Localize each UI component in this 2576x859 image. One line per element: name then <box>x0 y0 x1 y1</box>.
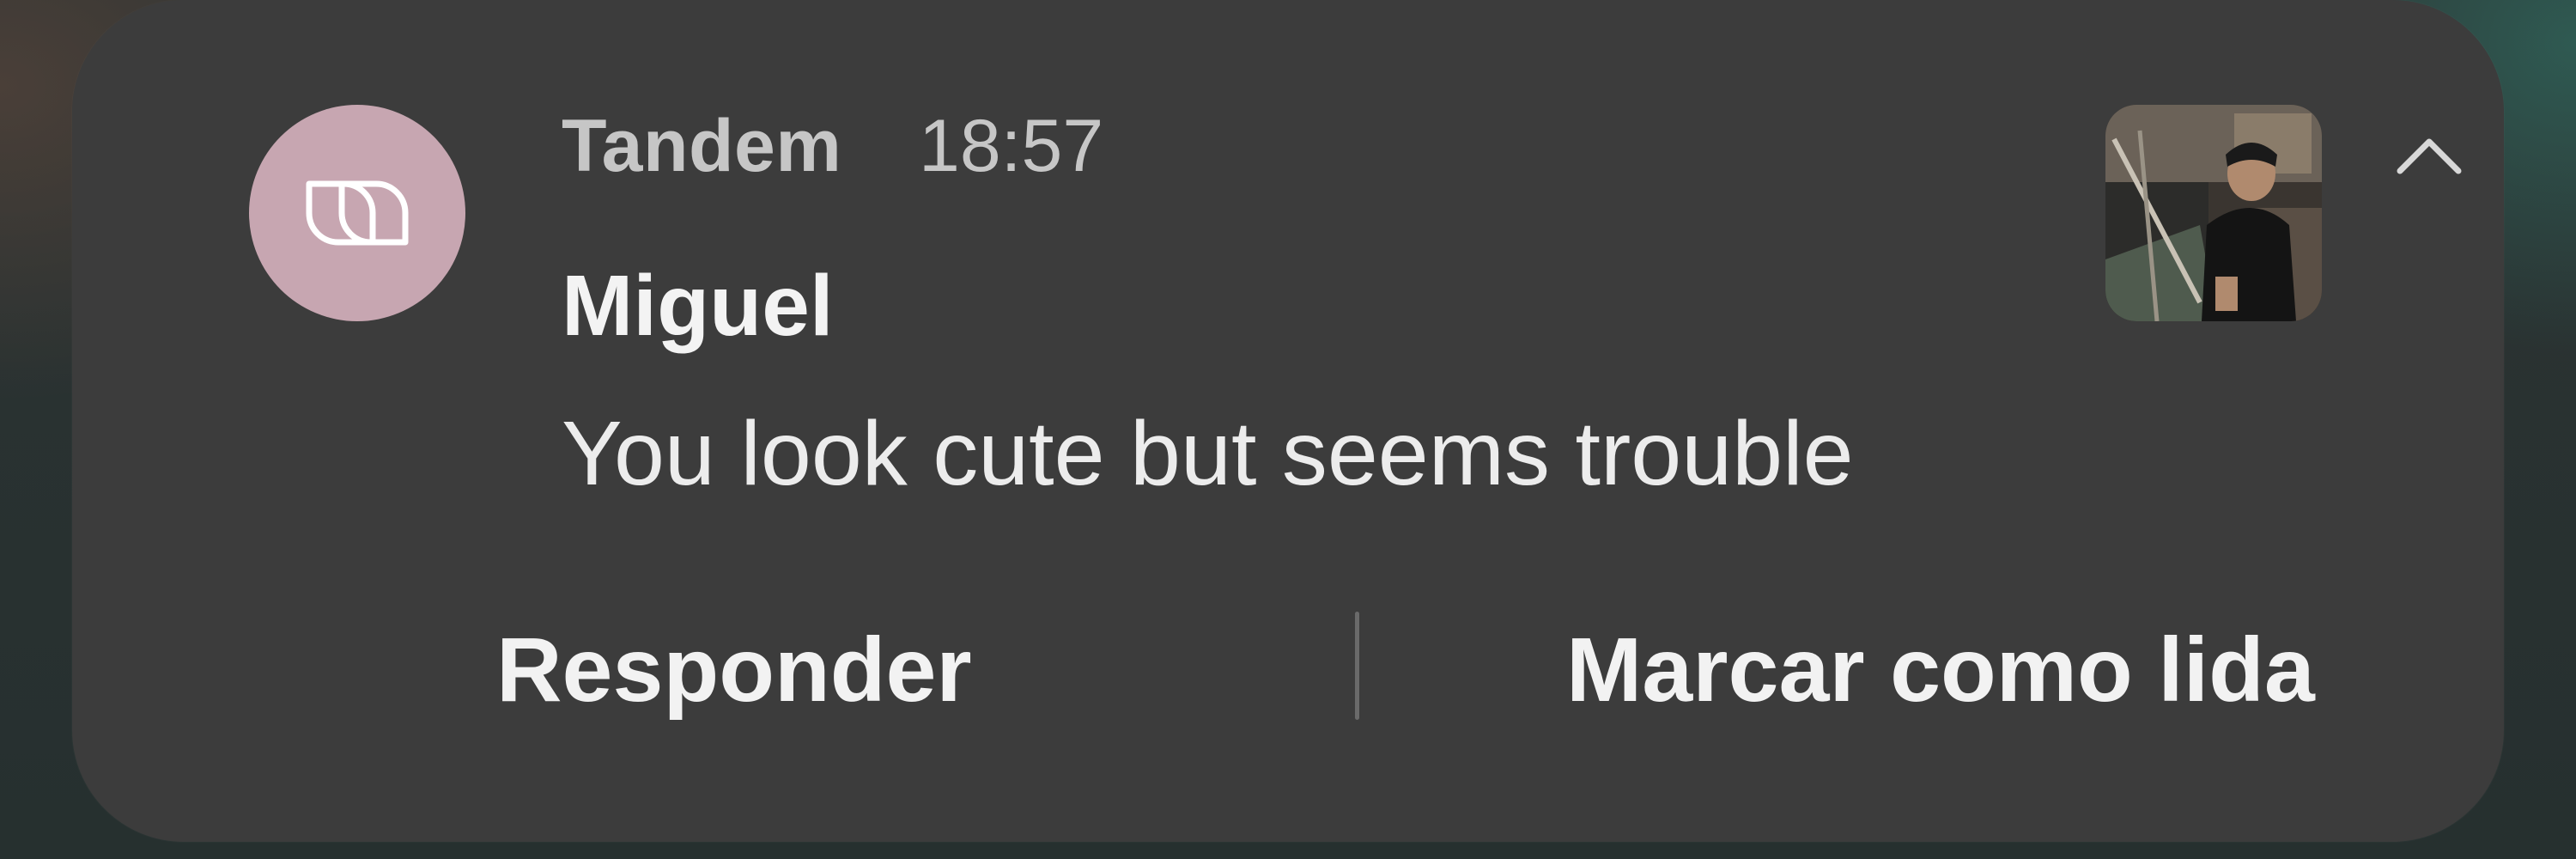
collapse-button[interactable] <box>2391 120 2468 189</box>
message-text: You look cute but seems trouble <box>562 403 1854 504</box>
tandem-logo-icon <box>249 105 465 321</box>
sender-name: Miguel <box>562 258 834 354</box>
notification-card[interactable]: Tandem 18:57 Miguel You look cute but se… <box>72 0 2504 842</box>
contact-photo <box>2105 105 2322 321</box>
mark-as-read-button[interactable]: Marcar como lida <box>1566 618 2315 722</box>
app-name: Tandem <box>562 105 842 187</box>
chevron-up-icon <box>2397 138 2462 174</box>
action-divider <box>1355 612 1359 720</box>
notification-time: 18:57 <box>919 105 1104 187</box>
reply-button[interactable]: Responder <box>496 618 972 722</box>
